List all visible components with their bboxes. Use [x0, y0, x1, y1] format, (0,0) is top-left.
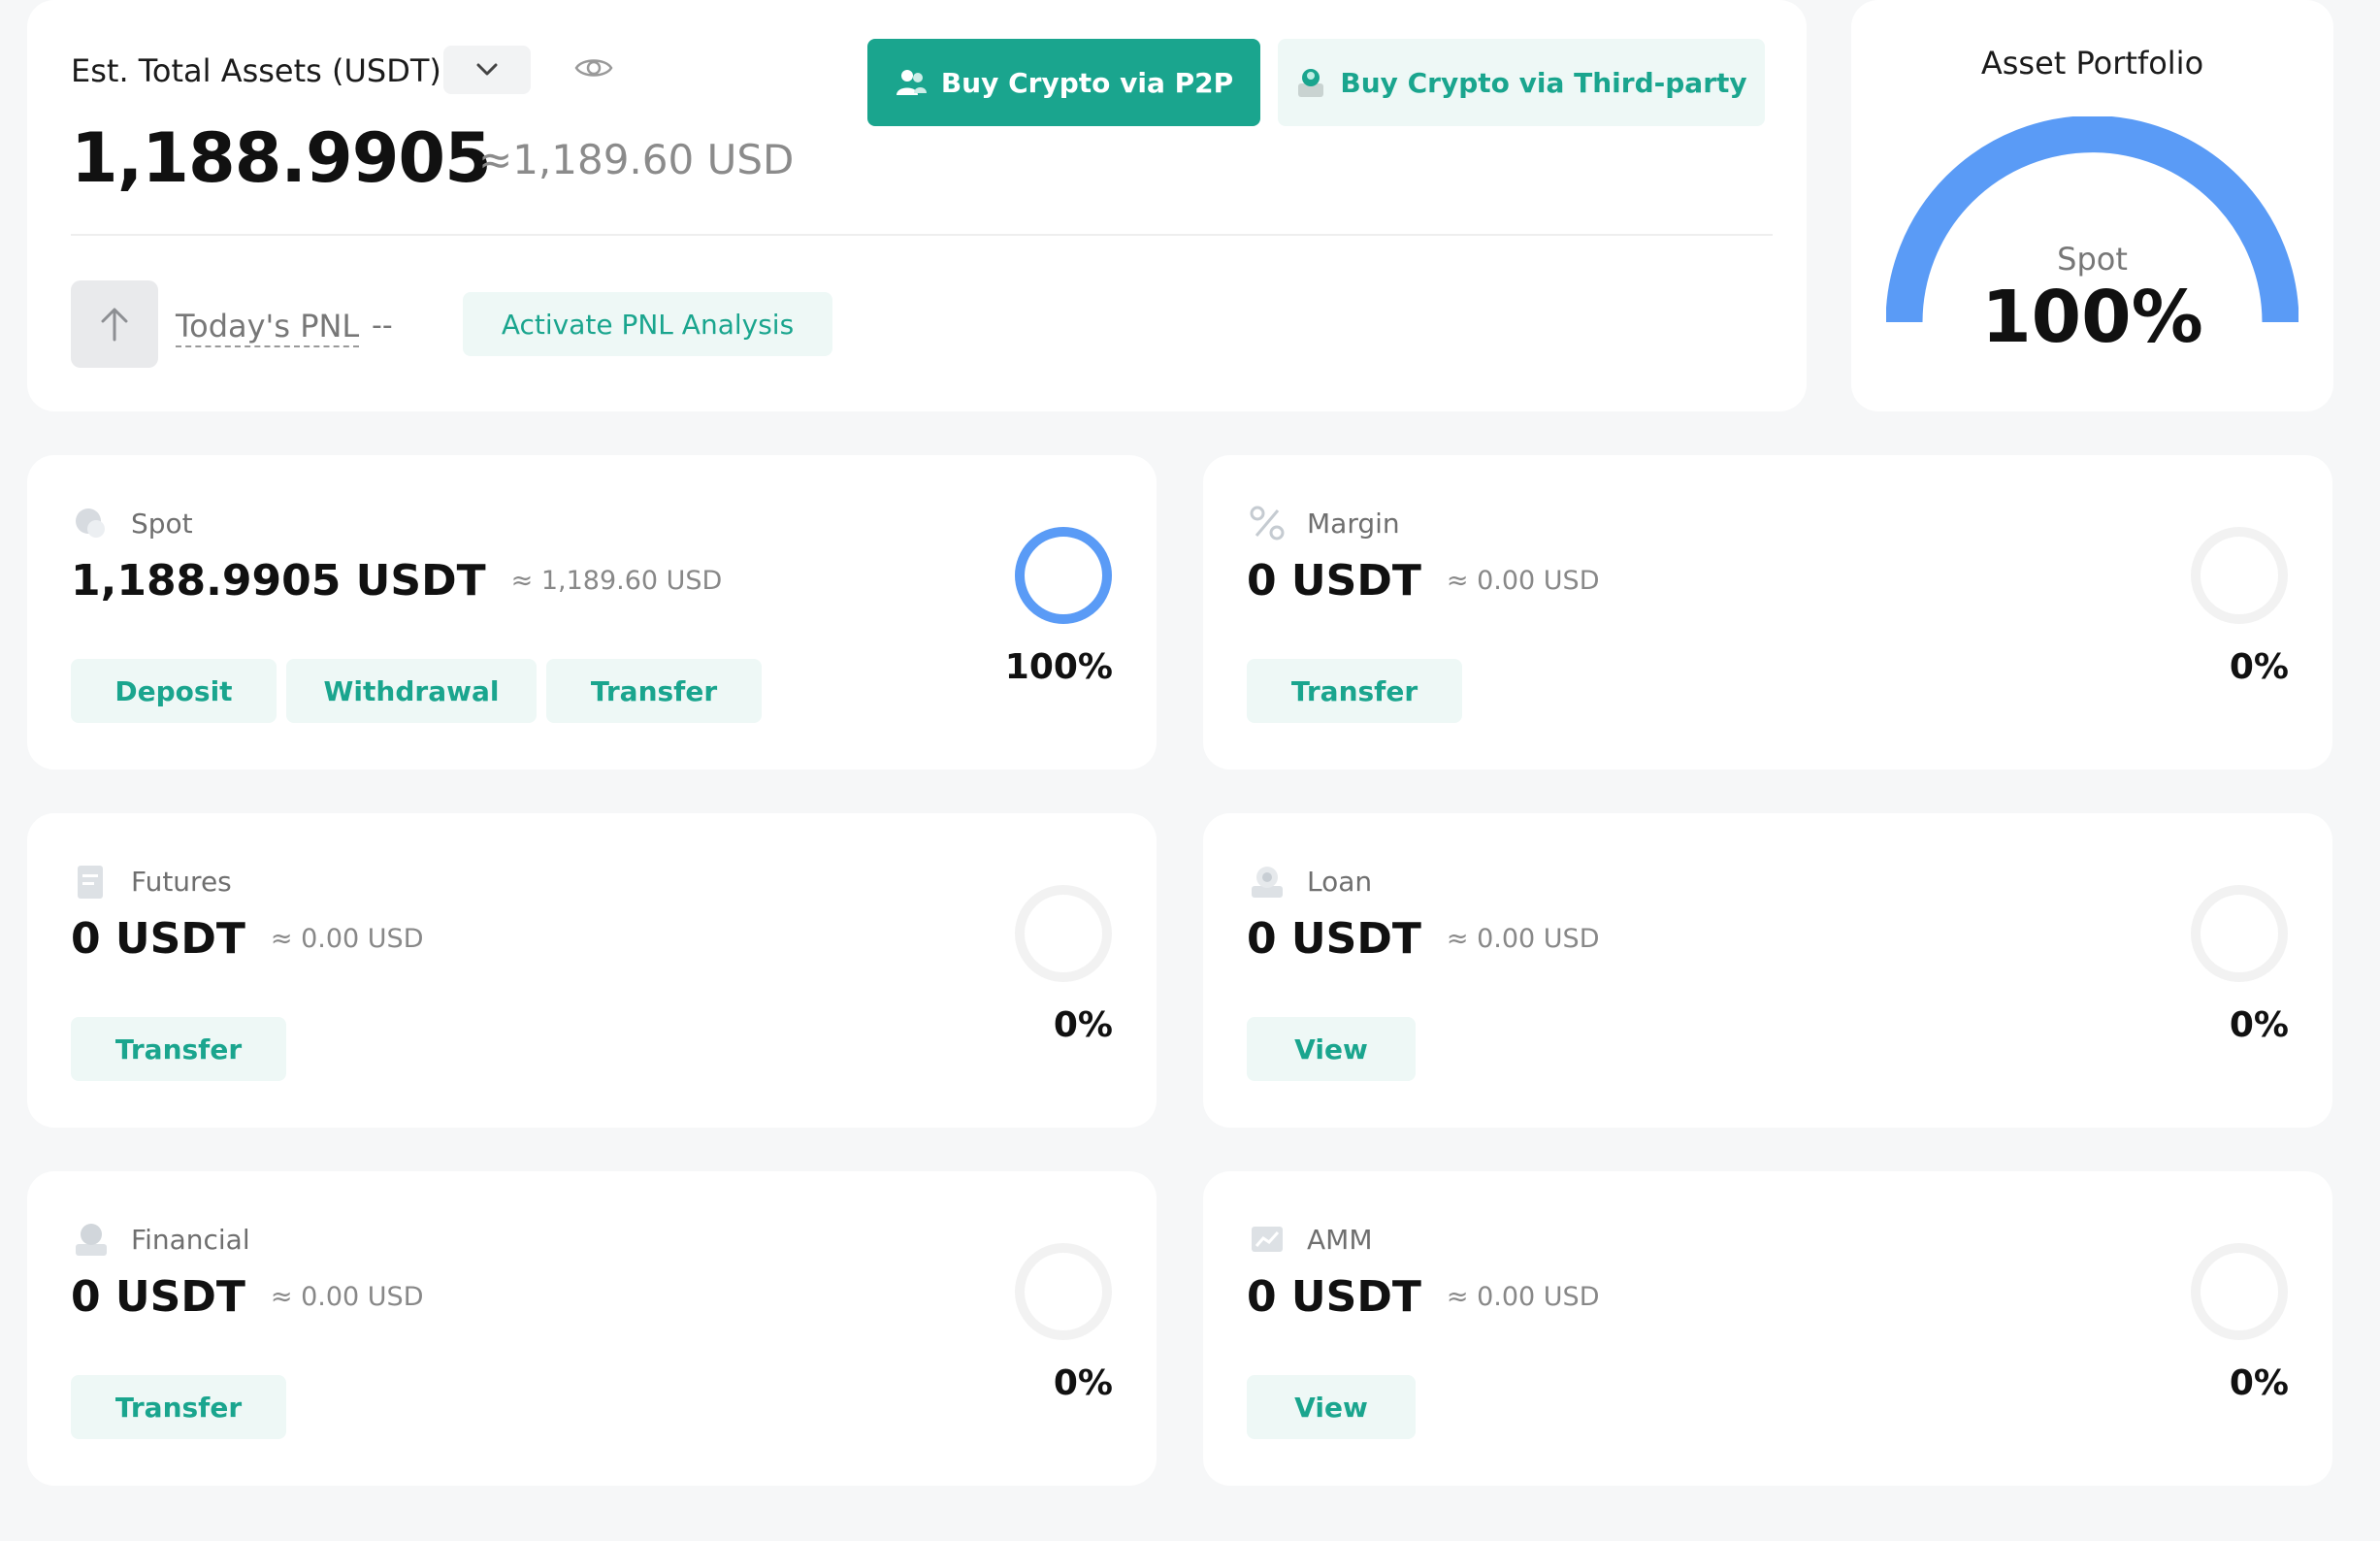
spot-deposit-button[interactable]: Deposit — [71, 659, 277, 723]
spot-share-ring — [1015, 527, 1112, 624]
amm-share-ring — [2191, 1243, 2288, 1340]
percent-icon — [1250, 506, 1285, 541]
loan-account-card: Loan 0 USDT ≈ 0.00 USD View 0% — [1203, 813, 2332, 1128]
amm-balance: 0 USDT ≈ 0.00 USD — [1247, 1272, 1600, 1322]
futures-balance-value: 0 USDT — [71, 914, 245, 964]
document-icon — [78, 866, 103, 899]
spot-account-name: Spot — [131, 508, 193, 540]
eye-icon[interactable] — [574, 54, 613, 82]
total-assets-usd: ≈1,189.60 USD — [478, 136, 795, 183]
financial-balance: 0 USDT ≈ 0.00 USD — [71, 1272, 424, 1322]
futures-balance: 0 USDT ≈ 0.00 USD — [71, 914, 424, 964]
financial-account-card: Financial 0 USDT ≈ 0.00 USD Transfer 0% — [27, 1171, 1157, 1486]
spot-ring-fill — [1015, 527, 1112, 624]
todays-pnl-value: -- — [372, 309, 393, 343]
futures-account-name: Futures — [131, 866, 232, 898]
spot-share-percent: 100% — [1004, 647, 1113, 687]
futures-balance-usd: ≈ 0.00 USD — [270, 924, 424, 954]
buy-crypto-third-party-button[interactable]: Buy Crypto via Third-party — [1278, 39, 1765, 126]
divider — [71, 234, 1773, 236]
total-assets-value: 1,188.9905 — [71, 118, 492, 198]
amm-actions: View — [1247, 1375, 1416, 1439]
financial-share-ring — [1015, 1243, 1112, 1340]
spot-withdrawal-button[interactable]: Withdrawal — [286, 659, 537, 723]
financial-actions: Transfer — [71, 1375, 286, 1439]
loan-balance-usd: ≈ 0.00 USD — [1446, 924, 1600, 954]
financial-balance-value: 0 USDT — [71, 1272, 245, 1322]
futures-transfer-button[interactable]: Transfer — [71, 1017, 286, 1081]
loan-view-button[interactable]: View — [1247, 1017, 1416, 1081]
financial-icon — [76, 1224, 107, 1256]
margin-actions: Transfer — [1247, 659, 1462, 723]
asset-portfolio-title: Asset Portfolio — [1980, 45, 2204, 82]
spot-balance-usd: ≈ 1,189.60 USD — [510, 566, 723, 596]
gauge-segment-label: Spot — [2057, 241, 2128, 278]
spot-balance-value: 1,188.9905 USDT — [71, 556, 486, 606]
margin-share-ring — [2191, 527, 2288, 624]
amm-view-button[interactable]: View — [1247, 1375, 1416, 1439]
asset-portfolio-card: Asset Portfolio Spot 100% — [1851, 0, 2333, 411]
margin-account-name: Margin — [1307, 508, 1400, 540]
loan-icon — [1252, 867, 1283, 898]
buy-crypto-p2p-label: Buy Crypto via P2P — [940, 66, 1234, 99]
loan-account-name: Loan — [1307, 866, 1373, 898]
futures-share-percent: 0% — [1053, 1005, 1113, 1045]
amm-account-name: AMM — [1307, 1224, 1373, 1256]
loan-ring-track — [2191, 885, 2288, 982]
margin-ring-track — [2191, 527, 2288, 624]
est-total-assets-label: Est. Total Assets (USDT) — [71, 52, 441, 89]
users-icon — [896, 70, 927, 95]
financial-balance-usd: ≈ 0.00 USD — [270, 1282, 424, 1312]
spot-balance: 1,188.9905 USDT ≈ 1,189.60 USD — [71, 556, 722, 606]
chevron-down-icon — [476, 63, 498, 76]
amm-ring-track — [2191, 1243, 2288, 1340]
loan-actions: View — [1247, 1017, 1416, 1081]
todays-pnl-label[interactable]: Today's PNL — [176, 307, 360, 347]
spot-account-card: Spot 1,188.9905 USDT ≈ 1,189.60 USD Deposit… — [27, 455, 1157, 770]
amm-balance-value: 0 USDT — [1247, 1272, 1421, 1322]
currency-dropdown[interactable] — [443, 46, 531, 94]
arrow-up-icon — [101, 308, 128, 342]
coins-icon — [76, 508, 105, 538]
financial-transfer-button[interactable]: Transfer — [71, 1375, 286, 1439]
margin-share-percent: 0% — [2229, 647, 2289, 687]
margin-balance: 0 USDT ≈ 0.00 USD — [1247, 556, 1600, 606]
loan-balance: 0 USDT ≈ 0.00 USD — [1247, 914, 1600, 964]
financial-account-name: Financial — [131, 1224, 250, 1256]
gauge-segment-percent: 100% — [1981, 276, 2203, 359]
margin-balance-usd: ≈ 0.00 USD — [1446, 566, 1600, 596]
activate-pnl-analysis-button[interactable]: Activate PNL Analysis — [463, 292, 832, 356]
financial-share-percent: 0% — [1053, 1363, 1113, 1403]
pnl-trend-badge — [71, 280, 158, 368]
loan-share-percent: 0% — [2229, 1005, 2289, 1045]
margin-account-card: Margin 0 USDT ≈ 0.00 USD Transfer 0% — [1203, 455, 2332, 770]
spot-actions: Deposit Withdrawal Transfer — [71, 659, 762, 723]
futures-account-card: Futures 0 USDT ≈ 0.00 USD Transfer 0% — [27, 813, 1157, 1128]
loan-share-ring — [2191, 885, 2288, 982]
loan-balance-value: 0 USDT — [1247, 914, 1421, 964]
futures-ring-track — [1015, 885, 1112, 982]
financial-ring-track — [1015, 1243, 1112, 1340]
chart-icon — [1252, 1227, 1283, 1252]
buy-crypto-third-party-label: Buy Crypto via Third-party — [1340, 66, 1747, 99]
amm-balance-usd: ≈ 0.00 USD — [1446, 1282, 1600, 1312]
spot-transfer-button[interactable]: Transfer — [546, 659, 762, 723]
margin-balance-value: 0 USDT — [1247, 556, 1421, 606]
amm-share-percent: 0% — [2229, 1363, 2289, 1403]
amm-account-card: AMM 0 USDT ≈ 0.00 USD View 0% — [1203, 1171, 2332, 1486]
margin-transfer-button[interactable]: Transfer — [1247, 659, 1462, 723]
total-assets-card: Est. Total Assets (USDT) 1,188.9905 ≈1,1… — [27, 0, 1807, 411]
wallet-person-icon — [1298, 69, 1324, 97]
futures-actions: Transfer — [71, 1017, 286, 1081]
futures-share-ring — [1015, 885, 1112, 982]
buy-crypto-p2p-button[interactable]: Buy Crypto via P2P — [867, 39, 1260, 126]
